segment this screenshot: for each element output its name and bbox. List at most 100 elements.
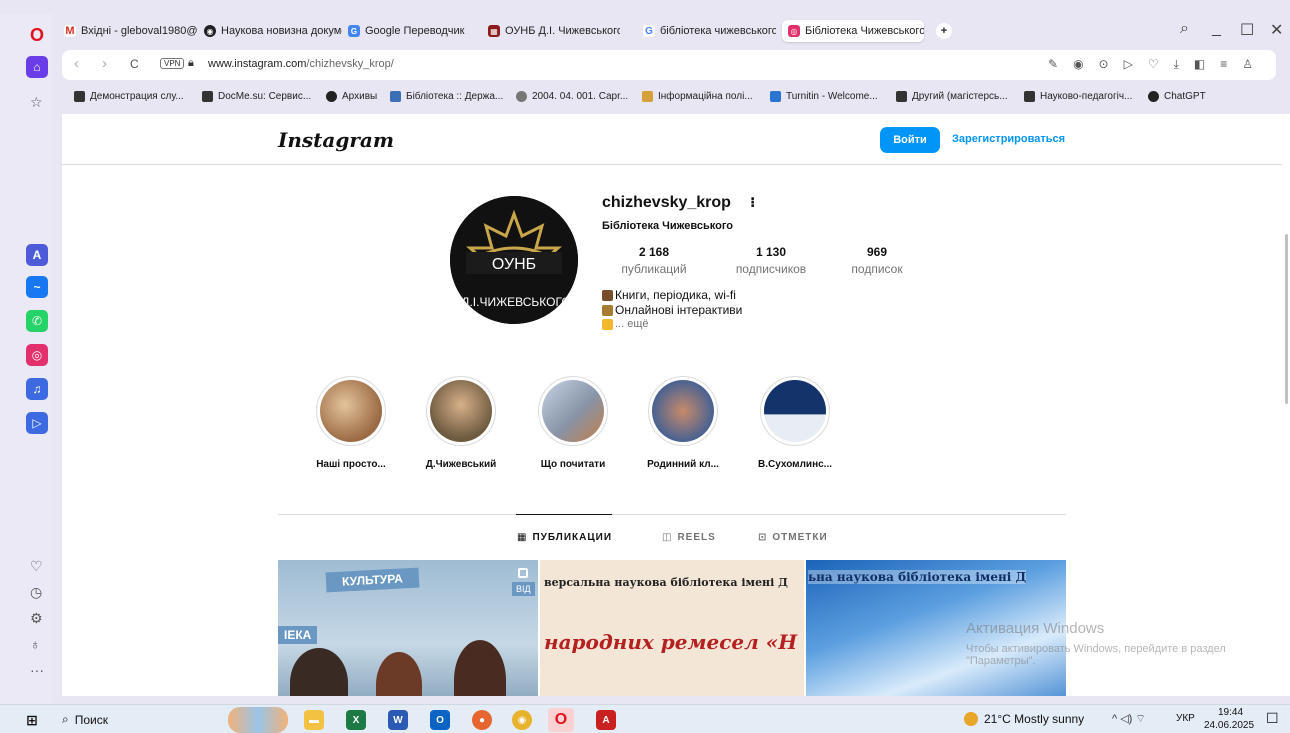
- star-icon[interactable]: ☆: [30, 94, 43, 111]
- edit-icon[interactable]: ✎: [1048, 57, 1058, 72]
- bookmark-item[interactable]: Другий (магістерсь...: [896, 91, 1008, 102]
- taskbar-search[interactable]: ⌕ Поиск: [62, 712, 108, 727]
- battery-icon[interactable]: ◧: [1194, 57, 1205, 72]
- history-icon[interactable]: ◷: [30, 584, 42, 601]
- weather-widget[interactable]: 21°C Mostly sunny: [964, 712, 1084, 726]
- whatsapp-icon[interactable]: ✆: [26, 310, 48, 332]
- tab-gmail[interactable]: M Вхідні - gleboval1980@g: [64, 20, 198, 42]
- bookmark-item[interactable]: ChatGPT: [1148, 91, 1206, 102]
- opera-logo-icon[interactable]: O: [26, 24, 48, 46]
- input-language[interactable]: УКР: [1176, 713, 1195, 724]
- highlight-thumbnail: [320, 380, 382, 442]
- clock-time[interactable]: 19:44: [1218, 707, 1243, 718]
- story-highlight[interactable]: Що почитати: [518, 376, 628, 470]
- login-button[interactable]: Войти: [880, 127, 940, 153]
- scroll-thumb[interactable]: [1285, 234, 1288, 404]
- tab-tagged[interactable]: ⊡ ОТМЕТКИ: [758, 532, 828, 543]
- clock-date[interactable]: 24.06.2025: [1204, 720, 1254, 731]
- stat-posts[interactable]: 2 168 публикаций: [614, 245, 694, 276]
- camera-icon[interactable]: ◉: [1073, 57, 1083, 72]
- shield-icon[interactable]: ⊙: [1099, 57, 1109, 72]
- bookmark-item[interactable]: Бібліотека :: Держа...: [390, 91, 503, 102]
- bookmark-item[interactable]: 2004. 04. 001. Capr...: [516, 91, 628, 102]
- acrobat-icon[interactable]: A: [596, 710, 616, 730]
- search-icon: ⌕: [62, 712, 69, 726]
- tab-google-search[interactable]: G бібліотека чижевського: [636, 20, 776, 42]
- chrome-icon[interactable]: ◉: [512, 710, 532, 730]
- maximize-button[interactable]: ☐: [1240, 20, 1254, 40]
- bookmark-label: Другий (магістерсь...: [912, 91, 1008, 102]
- bookmark-item[interactable]: Науково-педагогіч...: [1024, 91, 1132, 102]
- tray-icons[interactable]: ^ ◁) ⌔: [1112, 712, 1146, 726]
- bookmark-item[interactable]: DocMe.su: Сервис...: [202, 91, 311, 102]
- tab-reels[interactable]: ◫ REELS: [662, 532, 716, 543]
- stat-followers[interactable]: 1 130 подписчиков: [726, 245, 816, 276]
- tab-ounb[interactable]: ▦ ОУНБ Д.І. Чижевського -: [488, 20, 620, 42]
- music-icon[interactable]: ♫: [26, 378, 48, 400]
- profile-avatar[interactable]: ОУНБ Д.І.ЧИЖЕВСЬКОГО: [450, 196, 578, 324]
- tab-chatgpt[interactable]: ◉ Наукова новизна докуме: [204, 20, 342, 42]
- minimize-button[interactable]: _: [1212, 20, 1221, 38]
- more-icon[interactable]: ···: [30, 662, 44, 678]
- bio-line[interactable]: ... ещё: [602, 318, 649, 330]
- bookmark-icon: [202, 91, 213, 102]
- tab-posts[interactable]: ▦ ПУБЛИКАЦИИ: [517, 532, 612, 543]
- tab-instagram[interactable]: ◎ Бібліотека Чижевського: [782, 20, 924, 42]
- forward-button[interactable]: ›: [102, 55, 107, 72]
- opera-taskbar-icon[interactable]: O: [548, 708, 574, 732]
- heart-icon[interactable]: ♡: [1148, 57, 1159, 72]
- download-icon[interactable]: ⤓: [1174, 57, 1179, 72]
- story-highlight[interactable]: В.Сухомлинс...: [740, 376, 850, 470]
- bookmark-item[interactable]: Демонстрация слу...: [74, 91, 184, 102]
- excel-icon[interactable]: X: [346, 710, 366, 730]
- file-explorer-icon[interactable]: ▬: [304, 710, 324, 730]
- settings-icon[interactable]: ⚙: [30, 610, 43, 627]
- outlook-icon[interactable]: O: [430, 710, 450, 730]
- profile-full-name: Бібліотека Чижевського: [602, 220, 734, 232]
- word-icon[interactable]: W: [388, 710, 408, 730]
- bio-more-link[interactable]: ... ещё: [615, 318, 649, 330]
- highlight-thumbnail: [430, 380, 492, 442]
- vpn-badge[interactable]: VPN: [160, 58, 185, 69]
- windows-start-icon[interactable]: ⊞: [22, 710, 42, 730]
- paint-icon[interactable]: ●: [472, 710, 492, 730]
- note-icon: [602, 318, 613, 330]
- post-banner: ІЕКА: [278, 626, 318, 644]
- story-highlight[interactable]: Родинний кл...: [628, 376, 738, 470]
- heart-icon[interactable]: ♡: [30, 558, 43, 575]
- bookmark-item[interactable]: Turnitin - Welcome...: [770, 91, 878, 102]
- bulb-icon[interactable]: ♁: [30, 636, 41, 652]
- post-thumbnail[interactable]: версальна наукова бібліотека імені Д нар…: [540, 560, 804, 696]
- bookmarks-bar: Демонстрация слу... DocMe.su: Сервис... …: [62, 86, 1276, 110]
- story-highlight[interactable]: Наші просто...: [296, 376, 406, 470]
- workspace-icon[interactable]: ⌂: [26, 56, 48, 78]
- stat-following[interactable]: 969 подписок: [842, 245, 912, 276]
- tab-translate[interactable]: G Google Переводчик: [348, 20, 474, 42]
- tab-label: ОУНБ Д.І. Чижевського -: [505, 25, 620, 37]
- url-text[interactable]: www.instagram.com/chizhevsky_krop/: [208, 58, 394, 70]
- signup-link[interactable]: Зарегистрироваться: [952, 133, 1065, 145]
- bookmark-item[interactable]: Інформаційна полі...: [642, 91, 753, 102]
- profile-icon[interactable]: ♙: [1242, 57, 1253, 72]
- search-tabs-icon[interactable]: ⌕: [1180, 20, 1189, 38]
- address-bar[interactable]: ‹ › C VPN 🔒︎ www.instagram.com/chizhevsk…: [62, 50, 1276, 80]
- aria-icon[interactable]: A: [26, 244, 48, 266]
- player-icon[interactable]: ▷: [26, 412, 48, 434]
- reload-button[interactable]: C: [130, 57, 139, 71]
- instagram-logo[interactable]: Instagram: [278, 128, 394, 152]
- highlight-label: Д.Чижевський: [425, 459, 497, 470]
- back-button[interactable]: ‹: [74, 55, 79, 72]
- messenger-icon[interactable]: ~: [26, 276, 48, 298]
- menu-icon[interactable]: ≡: [1220, 57, 1227, 72]
- post-thumbnail[interactable]: КУЛЬТУРА ІЕКА ВІД: [278, 560, 538, 696]
- bookmark-label: 2004. 04. 001. Capr...: [532, 91, 629, 102]
- bookmark-item[interactable]: Архивы: [326, 91, 377, 102]
- notifications-icon[interactable]: ☐: [1266, 710, 1279, 727]
- new-tab-button[interactable]: +: [936, 23, 952, 39]
- options-icon[interactable]: ⁝: [750, 194, 755, 211]
- story-highlight[interactable]: Д.Чижевський: [406, 376, 516, 470]
- send-icon[interactable]: ▷: [1124, 57, 1133, 72]
- close-button[interactable]: ✕: [1270, 20, 1283, 40]
- page-scrollbar[interactable]: [1282, 114, 1290, 696]
- instagram-sidebar-icon[interactable]: ◎: [26, 344, 48, 366]
